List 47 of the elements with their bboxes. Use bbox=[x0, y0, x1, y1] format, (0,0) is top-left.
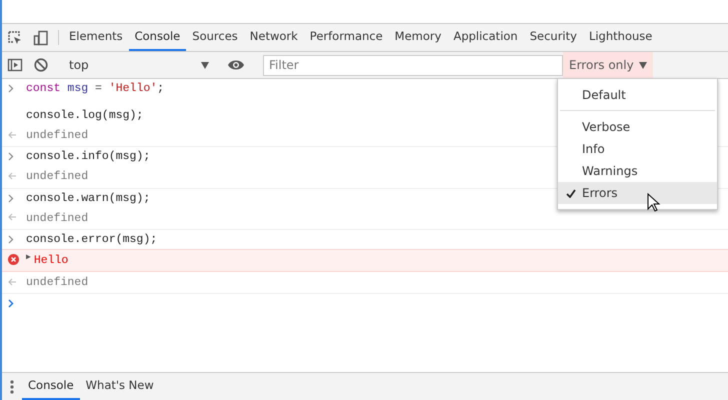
menu-item[interactable]: Verbose bbox=[558, 116, 717, 138]
caret-icon bbox=[638, 62, 647, 68]
panel-tab[interactable]: Sources bbox=[186, 24, 244, 51]
input-prompt-icon bbox=[8, 194, 14, 202]
input-prompt-icon bbox=[8, 84, 14, 93]
panel-tab[interactable]: Network bbox=[244, 24, 304, 51]
panel-tab[interactable]: Security bbox=[524, 24, 583, 51]
eye-icon[interactable] bbox=[227, 59, 245, 71]
menu-item[interactable]: Warnings bbox=[558, 160, 717, 182]
inspect-element-icon[interactable] bbox=[7, 30, 23, 46]
panel-tab[interactable]: Lighthouse bbox=[582, 24, 658, 51]
input-prompt-icon bbox=[8, 234, 14, 244]
code-line: console.info(msg); bbox=[26, 149, 150, 164]
clear-console-icon[interactable] bbox=[33, 57, 49, 73]
result-arrow-icon bbox=[8, 172, 16, 180]
result-arrow-icon bbox=[8, 130, 16, 138]
drawer-tab[interactable]: What's New bbox=[80, 373, 160, 400]
input-prompt-icon bbox=[8, 152, 14, 162]
menu-item[interactable]: Errors bbox=[558, 182, 717, 204]
result-arrow-icon bbox=[8, 213, 16, 221]
context-selector[interactable]: top bbox=[63, 54, 213, 76]
panel-tab[interactable]: Performance bbox=[304, 24, 389, 51]
drawer-tab[interactable]: Console bbox=[22, 373, 80, 400]
result-text: undefined bbox=[26, 128, 88, 144]
menu-item[interactable]: Info bbox=[558, 138, 717, 160]
code-line: console.error(msg); bbox=[26, 232, 158, 247]
code-line: const msg = 'Hello'; bbox=[26, 81, 164, 96]
code-line: console.warn(msg); bbox=[26, 190, 150, 206]
filter-field[interactable]: Filter bbox=[263, 54, 563, 76]
error-icon bbox=[8, 254, 19, 265]
device-toolbar-icon[interactable] bbox=[33, 30, 49, 46]
checkmark-icon bbox=[566, 188, 576, 198]
result-text: undefined bbox=[26, 169, 88, 186]
prompt-icon[interactable] bbox=[8, 299, 14, 308]
result-arrow-icon bbox=[8, 278, 16, 286]
panel-tab[interactable]: Memory bbox=[388, 24, 448, 51]
sidebar-toggle-icon[interactable] bbox=[7, 57, 23, 73]
caret-icon bbox=[201, 62, 209, 68]
result-text: undefined bbox=[26, 210, 88, 226]
panel-tab[interactable]: Elements bbox=[63, 24, 129, 51]
error-message: Hello bbox=[34, 252, 68, 269]
menu-item[interactable]: Default bbox=[558, 84, 717, 106]
log-levels-button[interactable]: Errors only bbox=[563, 52, 653, 78]
panel-tab[interactable]: Application bbox=[447, 24, 524, 51]
result-text: undefined bbox=[26, 275, 88, 291]
expand-toggle[interactable]: ▶ bbox=[26, 252, 31, 264]
code-line: console.log(msg); bbox=[26, 108, 144, 123]
